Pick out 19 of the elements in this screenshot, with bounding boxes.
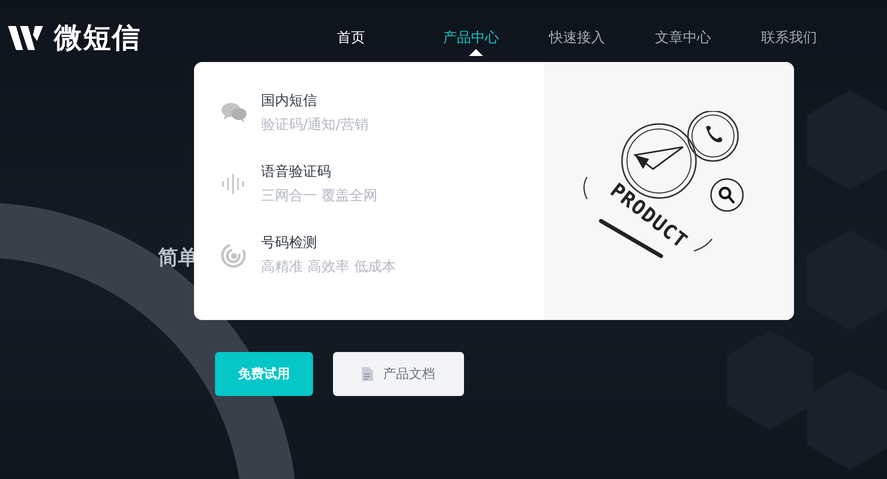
nav-link[interactable]: 快速接入	[549, 29, 655, 47]
chat-bubbles-icon	[221, 102, 247, 124]
radar-icon	[221, 242, 247, 268]
menu-item[interactable]: 国内短信 验证码/通知/营销	[221, 92, 544, 134]
menu-item-title: 语音验证码	[261, 163, 332, 181]
menu-item[interactable]: 号码检测 高精准 高效率 低成本	[221, 234, 544, 276]
nav-link[interactable]: 首页	[337, 29, 443, 47]
menu-item[interactable]: 语音验证码 三网合一 覆盖全网	[221, 163, 544, 205]
logo-text: 微短信	[54, 20, 141, 56]
menu-item-title: 国内短信	[261, 92, 318, 110]
sound-wave-icon	[221, 173, 247, 195]
nav-link[interactable]: 联系我们	[761, 29, 867, 47]
menu-item-subtitle: 验证码/通知/营销	[261, 116, 368, 134]
nav-link[interactable]: 文章中心	[655, 29, 761, 47]
document-icon	[362, 367, 373, 381]
menu-item-subtitle: 三网合一 覆盖全网	[261, 187, 378, 205]
docs-button[interactable]: 产品文档	[333, 352, 464, 396]
menu-item-title: 号码检测	[261, 234, 318, 252]
menu-item-subtitle: 高精准 高效率 低成本	[261, 258, 396, 276]
